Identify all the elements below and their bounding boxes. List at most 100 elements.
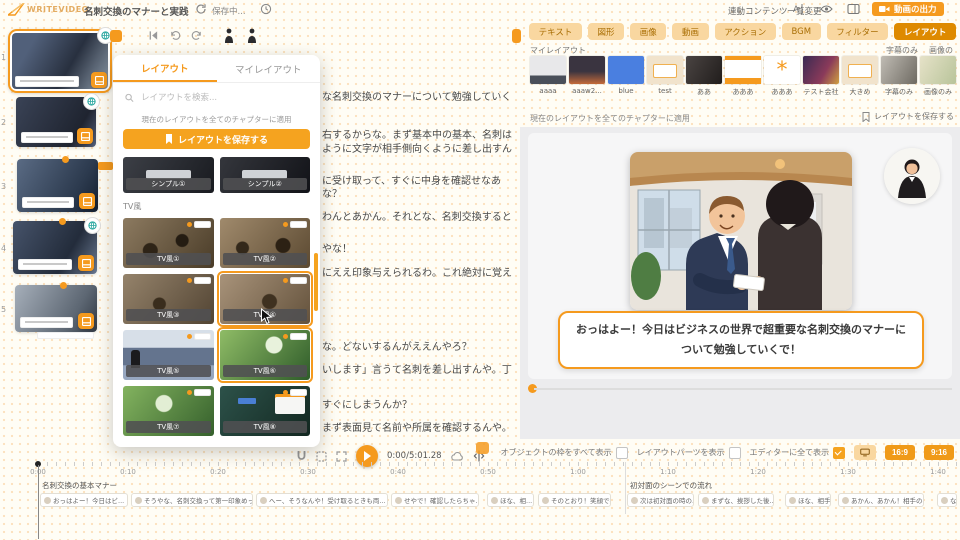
layout-option[interactable]: TV風⑤ bbox=[123, 330, 214, 380]
frame-select-icon[interactable] bbox=[316, 451, 327, 462]
panel-toggle-button[interactable] bbox=[512, 29, 521, 43]
fullscreen-icon[interactable] bbox=[336, 451, 347, 462]
magnet-snap-icon[interactable] bbox=[296, 450, 307, 462]
export-video-button[interactable]: 動画の出力 bbox=[872, 2, 944, 16]
chapter-layout-icon[interactable] bbox=[79, 193, 95, 209]
timeline-ruler[interactable] bbox=[38, 462, 960, 466]
ratio-9-16-button[interactable]: 9:16 bbox=[924, 445, 954, 460]
eye-icon[interactable] bbox=[820, 3, 833, 15]
text-tool-icon[interactable]: A bbox=[792, 3, 804, 15]
tab-テキスト[interactable]: テキスト bbox=[529, 23, 582, 40]
chapter-thumbnail[interactable] bbox=[17, 159, 98, 212]
linked-content-label[interactable]: 連動コンテンツ一覧変更 bbox=[728, 5, 822, 17]
script-line[interactable]: な。どないするんがええんやろ？ bbox=[322, 338, 522, 353]
script-line[interactable]: 右するからな。まず基本中の基本、名刺は bbox=[322, 126, 522, 141]
saved-layout-item[interactable]: aaaw2... bbox=[569, 56, 605, 97]
script-line[interactable]: やな！ bbox=[322, 240, 522, 255]
layout-option[interactable]: シンプル① bbox=[123, 157, 214, 193]
history-clock-icon[interactable] bbox=[260, 3, 272, 15]
toggle-1[interactable]: レイアウトパーツを表示 bbox=[637, 447, 741, 459]
layout-option[interactable]: TV風⑥ bbox=[220, 330, 311, 380]
subtitle-box[interactable]: おっはよー！今日はビジネスの世界で超重要な名刺交換のマナーについて勉強していくで… bbox=[558, 311, 924, 369]
preview-progress-track[interactable] bbox=[534, 388, 952, 390]
timeline-clip[interactable]: ほな、相... bbox=[487, 493, 534, 507]
layout-option[interactable]: TV風① bbox=[123, 218, 214, 268]
cloud-download-icon[interactable] bbox=[451, 451, 464, 461]
apply-all-chapters-link[interactable]: 現在のレイアウトを全てのチャプターに適用 bbox=[113, 114, 320, 125]
saved-layout-item[interactable]: あああ bbox=[725, 56, 761, 97]
tab-アクション[interactable]: アクション bbox=[715, 23, 776, 40]
tab-BGM[interactable]: BGM bbox=[782, 23, 821, 40]
toggle-0[interactable]: オブジェクトの枠をすべて表示 bbox=[501, 447, 628, 459]
panel-resize-handle[interactable] bbox=[476, 442, 489, 454]
tab-レイアウト[interactable]: レイアウト bbox=[894, 23, 956, 40]
chapter-layout-icon[interactable] bbox=[91, 72, 107, 88]
popup-scrollbar[interactable] bbox=[314, 253, 318, 311]
timeline-clip[interactable]: そのとおり！笑顔で笑... bbox=[538, 493, 611, 507]
tab-layout[interactable]: レイアウト bbox=[113, 55, 217, 82]
chapter-thumbnail[interactable] bbox=[16, 97, 96, 147]
script-line[interactable]: まず表面見て名前や所属を確認するんや。 bbox=[322, 419, 522, 434]
script-line[interactable]: すぐにしまうんか？ bbox=[322, 396, 522, 411]
checkbox[interactable] bbox=[729, 447, 741, 459]
saved-layout-item[interactable]: ああ bbox=[686, 56, 722, 97]
saved-layout-item[interactable]: あああ bbox=[764, 56, 800, 97]
tab-my-layout[interactable]: マイレイアウト bbox=[217, 55, 321, 82]
chapter-thumbnail[interactable] bbox=[15, 285, 97, 332]
speaker-1-icon[interactable] bbox=[224, 28, 234, 43]
timeline-clip[interactable]: へー、そうなんや！受け取るときも両... bbox=[256, 493, 388, 507]
save-layout-button[interactable]: レイアウトを保存する bbox=[123, 129, 310, 149]
layout-option[interactable]: TV風② bbox=[220, 218, 311, 268]
save-layout-link[interactable]: レイアウトを保存する bbox=[862, 111, 954, 122]
layout-search-input[interactable] bbox=[139, 92, 308, 104]
layout-option[interactable]: TV風⑧ bbox=[220, 386, 311, 436]
script-line[interactable]: ように文字が相手側向くように差し出すん bbox=[322, 140, 522, 155]
skip-to-start-icon[interactable] bbox=[148, 30, 159, 41]
speaker-2-icon[interactable] bbox=[247, 28, 257, 43]
tab-図形[interactable]: 図形 bbox=[588, 23, 624, 40]
filter-subtitles-only[interactable]: 字幕のみ bbox=[886, 45, 918, 56]
redo-icon[interactable] bbox=[191, 30, 203, 41]
layout-option[interactable]: TV風③ bbox=[123, 274, 214, 324]
chapter-thumbnail[interactable] bbox=[13, 221, 97, 274]
chapter-layout-icon[interactable] bbox=[78, 255, 94, 271]
script-line[interactable]: な？ bbox=[322, 185, 522, 200]
undo-icon[interactable] bbox=[169, 30, 181, 41]
translate-globe-badge[interactable] bbox=[84, 217, 101, 234]
timeline-clip[interactable]: そうやな、名刺交換って第一印象めっ... bbox=[131, 493, 253, 507]
timeline-clip[interactable]: 次は初対面の時の... bbox=[627, 493, 694, 507]
timeline-clip[interactable]: おっはよー！今日はビ... bbox=[40, 493, 128, 507]
saved-layout-item[interactable]: 大きめ bbox=[842, 56, 878, 97]
saved-layout-item[interactable]: 字幕のみ bbox=[881, 56, 917, 97]
tab-動画[interactable]: 動画 bbox=[672, 23, 708, 40]
saved-layout-item[interactable]: テスト会社 bbox=[803, 56, 839, 97]
tab-画像[interactable]: 画像 bbox=[630, 23, 666, 40]
chapter-layout-button[interactable] bbox=[110, 30, 122, 42]
timeline-clip[interactable]: あかん、あかん！相手の名... bbox=[838, 493, 924, 507]
preview-scene-image[interactable] bbox=[630, 152, 852, 310]
timeline-clip[interactable]: なる... bbox=[937, 493, 957, 507]
apply-all-chapters-link-right[interactable]: 現在のレイアウトを全てのチャプターに適用 bbox=[530, 113, 690, 124]
script-line[interactable]: にええ印象与えられるわ。これ絶対に覚え bbox=[322, 264, 522, 279]
script-line[interactable]: な名刺交換のマナーについて勉強していく bbox=[322, 88, 522, 103]
ratio-16-9-button[interactable]: 16:9 bbox=[885, 445, 915, 460]
refresh-icon[interactable] bbox=[195, 3, 207, 15]
chapter-layout-icon[interactable] bbox=[77, 128, 93, 144]
script-line[interactable]: いします」言うて名刺を差し出すんや。丁 bbox=[322, 361, 522, 376]
saved-layout-item[interactable]: 画像のみ bbox=[920, 56, 956, 97]
fit-screen-button[interactable] bbox=[854, 445, 876, 460]
saved-layout-item[interactable]: blue bbox=[608, 56, 644, 97]
saved-layout-item[interactable]: aaaa bbox=[530, 56, 566, 97]
window-layout-icon[interactable] bbox=[847, 3, 860, 15]
timeline-clip[interactable]: まずな、挨拶した後... bbox=[698, 493, 774, 507]
timeline-clip[interactable]: ほな、相手... bbox=[785, 493, 831, 507]
layout-option[interactable]: TV風⑦ bbox=[123, 386, 214, 436]
checkbox[interactable] bbox=[833, 447, 845, 459]
checkbox[interactable] bbox=[616, 447, 628, 459]
chapter-thumbnail[interactable] bbox=[8, 29, 112, 93]
tab-フィルター[interactable]: フィルター bbox=[827, 23, 889, 40]
script-line[interactable]: わんとあかん。それとな、名刺交換すると bbox=[322, 208, 522, 223]
presenter-avatar[interactable] bbox=[884, 148, 940, 204]
timeline-clip[interactable]: せやで！確認したらちゃ... bbox=[391, 493, 479, 507]
translate-globe-badge[interactable] bbox=[83, 93, 100, 110]
